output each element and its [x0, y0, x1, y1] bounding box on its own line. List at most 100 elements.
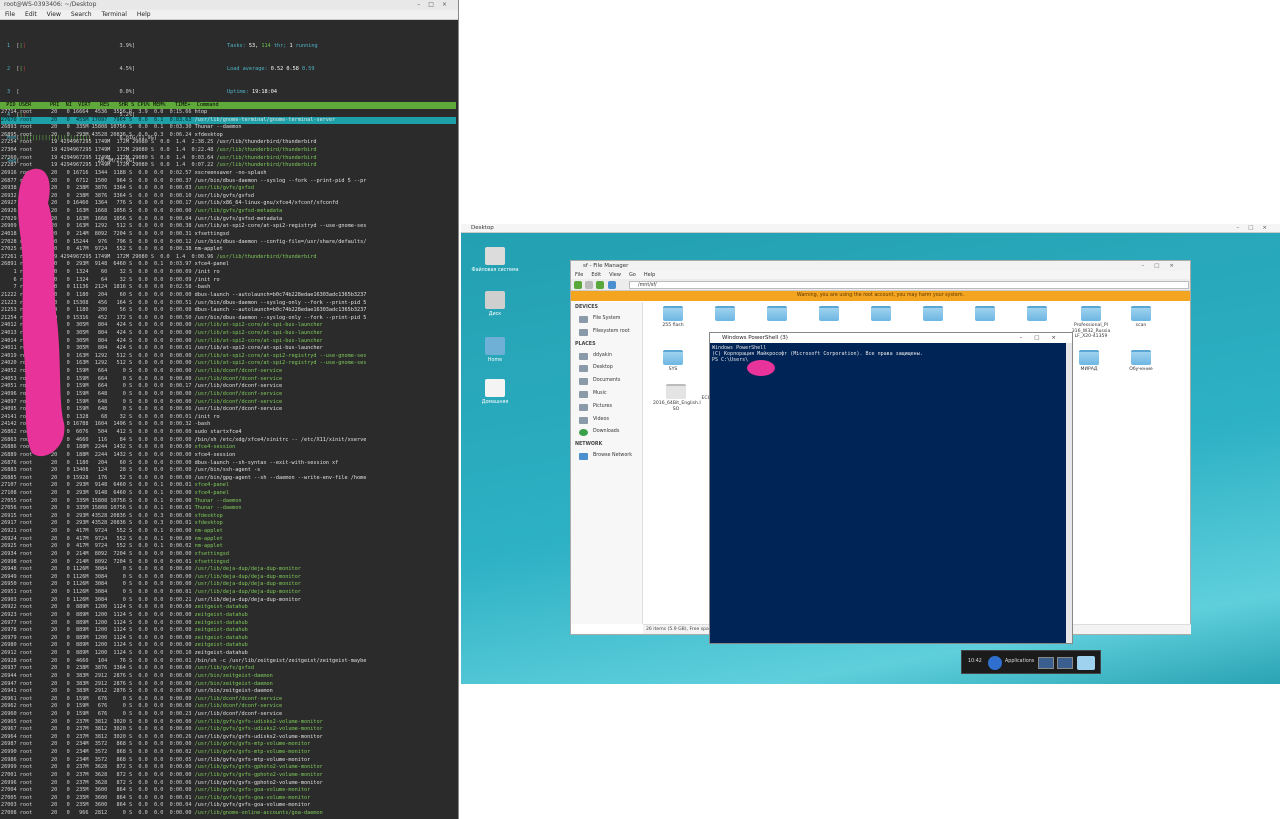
process-row[interactable]: 27254 root 19 4294967295 1749M 172M 2908…	[1, 139, 456, 147]
process-row[interactable]: 26996 root 20 0 237M 3628 872 S 0.0 0.0 …	[1, 780, 456, 788]
fm-menu-go[interactable]: Go	[625, 271, 640, 279]
menu-help[interactable]: Help	[132, 10, 156, 19]
process-row[interactable]: 26895 root 20 0 293M 43528 20836 S 0.0 0…	[1, 132, 456, 140]
process-row[interactable]: 26903 root 20 0 1126M 3084 0 S 0.0 0.0 0…	[1, 597, 456, 605]
process-row[interactable]: 26979 root 20 0 889M 1200 1124 S 0.0 0.0…	[1, 635, 456, 643]
desktop-icon-html[interactable]: Домашняя	[470, 379, 520, 405]
taskbar[interactable]: 10:42 Applications	[961, 650, 1101, 674]
process-row[interactable]: 26986 root 20 0 234M 3572 868 S 0.0 0.0 …	[1, 757, 456, 765]
folder-item[interactable]: scan	[1121, 306, 1161, 329]
sidebar-item-desktop[interactable]: Desktop	[571, 362, 642, 375]
folder-item[interactable]	[757, 306, 797, 323]
folder-item[interactable]	[1017, 306, 1057, 323]
fm-menu-edit[interactable]: Edit	[587, 271, 605, 279]
process-row[interactable]: 26948 root 20 0 1126M 3084 0 S 0.0 0.0 0…	[1, 566, 456, 574]
sidebar-item-browse-network[interactable]: Browse Network	[571, 450, 642, 463]
folder-item[interactable]: МИРАД	[1069, 350, 1109, 373]
folder-item[interactable]	[861, 306, 901, 323]
xfce-mouse-icon[interactable]	[988, 656, 1002, 670]
process-row[interactable]: 26967 root 20 0 237M 3812 3020 S 0.0 0.0…	[1, 726, 456, 734]
process-row[interactable]: 27260 root 19 4294967295 1749M 172M 2908…	[1, 155, 456, 163]
process-row[interactable]: 27304 root 19 4294967295 1749M 172M 2908…	[1, 147, 456, 155]
process-row[interactable]: 26923 root 20 0 889M 1200 1124 S 0.0 0.0…	[1, 612, 456, 620]
process-row[interactable]: 26980 root 20 0 889M 1200 1124 S 0.0 0.0…	[1, 642, 456, 650]
process-row[interactable]: 27670 root 20 0 455M 17097 7964 S 0.0 0.…	[1, 116, 456, 125]
sidebar-item-ddyakin[interactable]: ddyakin	[571, 350, 642, 363]
process-row[interactable]: 26885 root 20 0 15928 176 52 S 0.0 0.0 0…	[1, 475, 456, 483]
home-icon[interactable]	[608, 281, 616, 289]
fm-menu-file[interactable]: File	[571, 271, 587, 279]
window-controls[interactable]: –□×	[1236, 224, 1276, 233]
remote-desktop-window[interactable]: Desktop –□× Файловая система Диск Home Д…	[461, 224, 1280, 684]
window-controls[interactable]: –□×	[1019, 333, 1068, 343]
process-row[interactable]: 26950 root 20 0 1126M 3084 0 S 0.0 0.0 0…	[1, 581, 456, 589]
sidebar-item-documents[interactable]: Documents	[571, 375, 642, 388]
folder-item[interactable]	[965, 306, 1005, 323]
window-controls[interactable]: –□×	[1141, 261, 1184, 271]
process-row[interactable]: 26941 root 20 0 383M 2912 2876 S 0.0 0.0…	[1, 688, 456, 696]
process-row[interactable]: 26922 root 20 0 889M 1200 1124 S 0.0 0.0…	[1, 604, 456, 612]
process-row[interactable]: 26934 root 20 0 214M 8092 7204 S 0.0 0.0…	[1, 551, 456, 559]
process-row[interactable]: 26949 root 20 0 1126M 3084 0 S 0.0 0.0 0…	[1, 574, 456, 582]
sidebar-item-music[interactable]: Music	[571, 388, 642, 401]
process-row[interactable]: 26964 root 20 0 237M 3812 3020 S 0.0 0.0…	[1, 734, 456, 742]
fm-menu-help[interactable]: Help	[640, 271, 659, 279]
menu-edit[interactable]: Edit	[20, 10, 42, 19]
menu-view[interactable]: View	[42, 10, 66, 19]
process-row[interactable]: 26965 root 20 0 237M 3812 3020 S 0.0 0.0…	[1, 719, 456, 727]
folder-item[interactable]: Обучение	[1121, 350, 1161, 373]
file-item[interactable]: 2016_64Bit_English.I SO	[653, 384, 701, 412]
process-row[interactable]: 26978 root 20 0 889M 1200 1124 S 0.0 0.0…	[1, 627, 456, 635]
desktop-icon-home[interactable]: Home	[470, 337, 520, 363]
applications-menu[interactable]: Applications	[1005, 659, 1034, 664]
process-row[interactable]: 26977 root 20 0 889M 1200 1124 S 0.0 0.0…	[1, 620, 456, 628]
process-row[interactable]: 26912 root 20 0 889M 1200 1124 S 0.0 0.0…	[1, 650, 456, 658]
process-row[interactable]: 26915 root 20 0 293M 43528 20836 S 0.0 0…	[1, 513, 456, 521]
process-row[interactable]: 26947 root 20 0 383M 2912 2876 S 0.0 0.0…	[1, 681, 456, 689]
process-table-header[interactable]: PID USER PRI NI VIRT RES SHR S CPU% MEM%…	[0, 102, 456, 109]
terminal-window[interactable]: root@WS-0393406: ~/Desktop –□× File Edit…	[0, 0, 459, 819]
taskbar-window-button[interactable]	[1057, 657, 1073, 669]
process-row[interactable]: 26893 root 20 0 335M 15808 10756 S 0.0 0…	[1, 124, 456, 132]
menu-terminal[interactable]: Terminal	[97, 10, 132, 19]
process-row[interactable]: 26928 root 20 0 4660 104 76 S 0.0 0.0 0:…	[1, 658, 456, 666]
location-bar[interactable]: /mnt/sf/	[629, 281, 1189, 289]
process-row[interactable]: 27008 root 20 0 966 2812 0 S 0.0 0.0 0:0…	[1, 810, 456, 818]
process-row[interactable]: 26951 root 20 0 1126M 3084 0 S 0.0 0.0 0…	[1, 589, 456, 597]
process-row[interactable]: 27714 root 20 0 16664 4536 3556 R 3.9 0.…	[1, 109, 456, 117]
process-row[interactable]: 26999 root 20 0 237M 3628 872 S 0.0 0.0 …	[1, 764, 456, 772]
process-row[interactable]: 26960 root 20 0 159M 676 0 S 0.0 0.0 0:0…	[1, 711, 456, 719]
process-row[interactable]: 27003 root 20 0 235M 3600 864 S 0.0 0.0 …	[1, 802, 456, 810]
desktop-icon-disk[interactable]: Диск	[470, 291, 520, 317]
folder-item[interactable]: SYS	[653, 350, 693, 373]
process-row[interactable]: 26883 root 20 0 13408 124 28 S 0.0 0.0 0…	[1, 467, 456, 475]
folder-item[interactable]	[913, 306, 953, 323]
process-row[interactable]: 26944 root 20 0 383M 2912 2876 S 0.0 0.0…	[1, 673, 456, 681]
process-row[interactable]: 26987 root 20 0 234M 3572 868 S 0.0 0.0 …	[1, 741, 456, 749]
process-row[interactable]: 26998 root 20 0 214M 8092 7204 S 0.0 0.0…	[1, 559, 456, 567]
process-row[interactable]: 27004 root 20 0 235M 3600 864 S 0.0 0.0 …	[1, 787, 456, 795]
taskbar-window-button[interactable]	[1038, 657, 1054, 669]
back-icon[interactable]	[574, 281, 582, 289]
ps-scrollbar[interactable]	[1066, 343, 1072, 643]
sidebar-item-videos[interactable]: Videos	[571, 414, 642, 427]
folder-item[interactable]	[705, 306, 745, 323]
desktop-background[interactable]: Файловая система Диск Home Домашняя sf -…	[461, 233, 1280, 684]
process-row[interactable]: 26990 root 20 0 234M 3572 868 S 0.0 0.0 …	[1, 749, 456, 757]
htop-view[interactable]: 1 [|| 3.9%] 2 [|| 4.5%] 3 [ 0.0%] 4 [|| …	[0, 20, 458, 819]
fm-menu-view[interactable]: View	[605, 271, 625, 279]
process-row[interactable]: 27107 root 20 0 293M 9148 6460 S 0.0 0.1…	[1, 482, 456, 490]
desktop-icon-filesystem[interactable]: Файловая система	[470, 247, 520, 273]
folder-item[interactable]: Professional_Pl 316_W32_Russia LF_X20-41…	[1069, 306, 1113, 340]
sidebar-item-filesystem[interactable]: File System	[571, 313, 642, 326]
process-row[interactable]: 27056 root 20 0 335M 15808 10756 S 0.0 0…	[1, 505, 456, 513]
sidebar-item-filesystem-root[interactable]: Filesystem root	[571, 326, 642, 339]
process-row[interactable]: 27005 root 20 0 235M 3600 864 S 0.0 0.0 …	[1, 795, 456, 803]
sidebar-item-downloads[interactable]: Downloads	[571, 426, 642, 439]
process-row[interactable]: 26961 root 20 0 159M 676 0 S 0.0 0.0 0:0…	[1, 696, 456, 704]
process-row[interactable]: 27108 root 20 0 293M 9148 6460 S 0.0 0.1…	[1, 490, 456, 498]
folder-item[interactable]: 255 flash	[653, 306, 693, 329]
powershell-window[interactable]: Windows PowerShell (3) –□× Windows Power…	[709, 332, 1073, 644]
up-icon[interactable]	[596, 281, 604, 289]
process-row[interactable]: 26921 root 20 0 417M 9724 552 S 0.0 0.1 …	[1, 528, 456, 536]
